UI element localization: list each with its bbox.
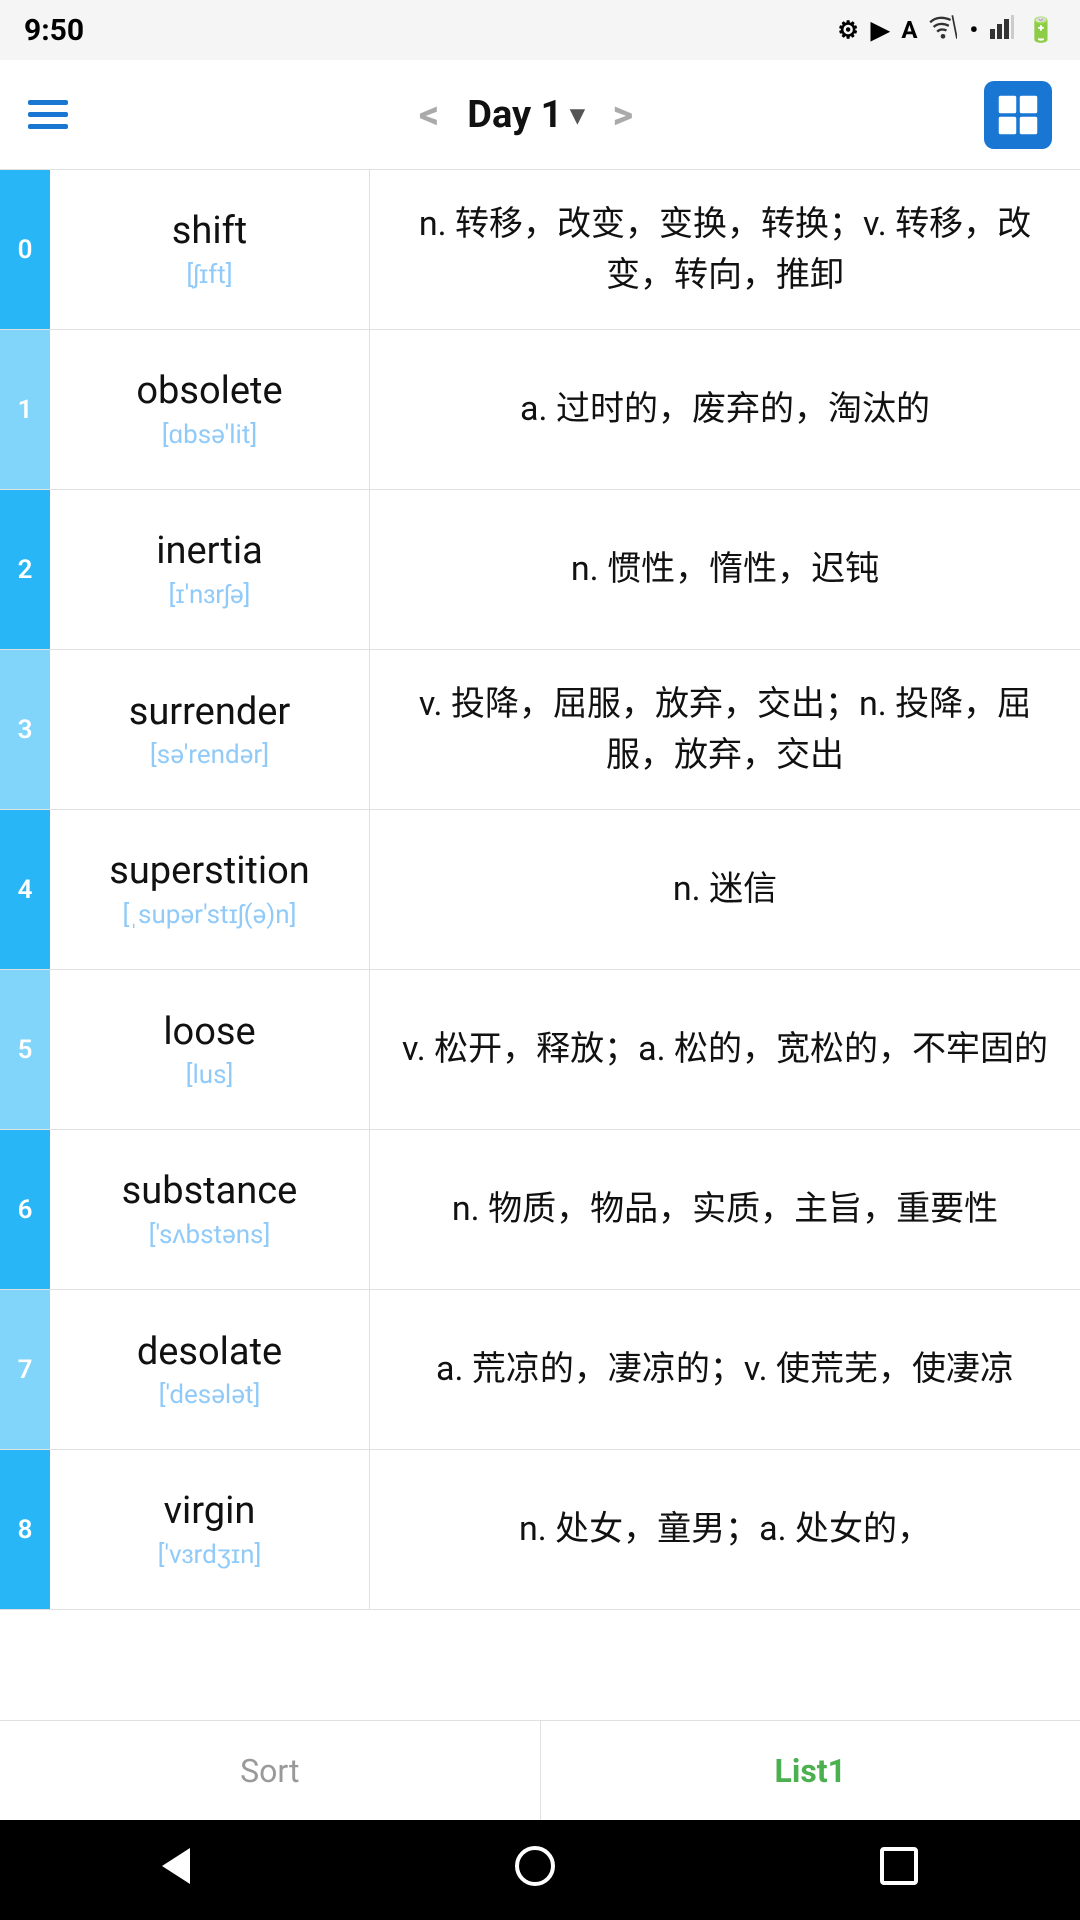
word-phonetic: [ʃɪft]	[186, 259, 232, 290]
word-definition: a. 过时的，废弃的，淘汰的	[370, 330, 1080, 489]
word-phonetic: [ˌsupər'stɪʃ(ə)n]	[122, 899, 296, 930]
word-text: substance	[122, 1169, 298, 1213]
dropdown-icon[interactable]: ▾	[570, 98, 584, 131]
word-definition: v. 松开，释放；a. 松的，宽松的，不牢固的	[370, 970, 1080, 1129]
word-phonetic: [ɪ'nɜrʃə]	[169, 579, 251, 610]
home-button[interactable]	[475, 1836, 595, 1905]
table-row[interactable]: 8 virgin ['vɜrdʒɪn] n. 处女，童男；a. 处女的，	[0, 1450, 1080, 1610]
word-index: 8	[0, 1450, 50, 1609]
table-row[interactable]: 2 inertia [ɪ'nɜrʃə] n. 惯性，惰性，迟钝	[0, 490, 1080, 650]
word-phonetic: [lus]	[186, 1060, 234, 1090]
nav-bar	[0, 1820, 1080, 1920]
word-index: 6	[0, 1130, 50, 1289]
signal-icon	[990, 15, 1014, 45]
word-phonetic: ['vɜrdʒɪn]	[158, 1539, 262, 1570]
app-bar: < Day 1 ▾ >	[0, 60, 1080, 170]
hamburger-button[interactable]	[28, 100, 68, 129]
word-index: 1	[0, 330, 50, 489]
battery-icon: 🔋	[1026, 16, 1056, 44]
word-definition: a. 荒凉的，凄凉的；v. 使荒芜，使凄凉	[370, 1290, 1080, 1449]
dot-icon: •	[969, 16, 978, 44]
table-row[interactable]: 1 obsolete [ɑbsə'lit] a. 过时的，废弃的，淘汰的	[0, 330, 1080, 490]
table-row[interactable]: 7 desolate ['desələt] a. 荒凉的，凄凉的；v. 使荒芜，…	[0, 1290, 1080, 1450]
word-text: surrender	[129, 690, 291, 734]
word-index: 4	[0, 810, 50, 969]
status-time: 9:50	[24, 13, 84, 48]
table-row[interactable]: 5 loose [lus] v. 松开，释放；a. 松的，宽松的，不牢固的	[0, 970, 1080, 1130]
status-right: ⚙ ▶ A • 🔋	[837, 15, 1056, 45]
word-definition: n. 惯性，惰性，迟钝	[370, 490, 1080, 649]
word-english: substance ['sʌbstəns]	[50, 1130, 370, 1289]
day-title-text: Day 1	[467, 93, 562, 137]
play-protect-icon: ▶	[871, 16, 889, 44]
gear-icon: ⚙	[837, 16, 859, 44]
word-index: 5	[0, 970, 50, 1129]
table-row[interactable]: 4 superstition [ˌsupər'stɪʃ(ə)n] n. 迷信	[0, 810, 1080, 970]
prev-day-button[interactable]: <	[409, 91, 449, 138]
word-english: superstition [ˌsupər'stɪʃ(ə)n]	[50, 810, 370, 969]
recent-button[interactable]	[840, 1837, 958, 1904]
word-phonetic: [sə'rendər]	[150, 740, 269, 770]
word-text: desolate	[137, 1330, 282, 1374]
bottom-tab-bar: SortList1	[0, 1720, 1080, 1820]
wifi-icon	[929, 15, 957, 45]
word-index: 2	[0, 490, 50, 649]
table-row[interactable]: 0 shift [ʃɪft] n. 转移，改变，变换，转换；v. 转移，改变，转…	[0, 170, 1080, 330]
word-definition: n. 物质，物品，实质，主旨，重要性	[370, 1130, 1080, 1289]
word-english: virgin ['vɜrdʒɪn]	[50, 1450, 370, 1609]
word-index: 7	[0, 1290, 50, 1449]
day-title: Day 1 ▾	[467, 93, 584, 137]
word-english: loose [lus]	[50, 970, 370, 1129]
status-bar: 9:50 ⚙ ▶ A • 🔋	[0, 0, 1080, 60]
word-english: shift [ʃɪft]	[50, 170, 370, 329]
word-definition: n. 转移，改变，变换，转换；v. 转移，改变，转向，推卸	[370, 170, 1080, 329]
word-phonetic: ['sʌbstəns]	[149, 1219, 271, 1250]
word-text: inertia	[156, 529, 263, 573]
grid-view-button[interactable]	[984, 81, 1052, 149]
word-list: 0 shift [ʃɪft] n. 转移，改变，变换，转换；v. 转移，改变，转…	[0, 170, 1080, 1720]
back-button[interactable]	[122, 1838, 230, 1903]
word-phonetic: ['desələt]	[159, 1380, 261, 1410]
tab-item-list1[interactable]: List1	[541, 1721, 1080, 1820]
next-day-button[interactable]: >	[602, 91, 643, 138]
app-bar-center: < Day 1 ▾ >	[409, 91, 643, 138]
word-english: inertia [ɪ'nɜrʃə]	[50, 490, 370, 649]
word-english: obsolete [ɑbsə'lit]	[50, 330, 370, 489]
table-row[interactable]: 6 substance ['sʌbstəns] n. 物质，物品，实质，主旨，重…	[0, 1130, 1080, 1290]
word-definition: n. 处女，童男；a. 处女的，	[370, 1450, 1080, 1609]
word-definition: n. 迷信	[370, 810, 1080, 969]
tab-item-sort[interactable]: Sort	[0, 1721, 541, 1820]
status-left: 9:50	[24, 13, 84, 48]
word-definition: v. 投降，屈服，放弃，交出；n. 投降，屈服，放弃，交出	[370, 650, 1080, 809]
word-index: 0	[0, 170, 50, 329]
word-text: superstition	[109, 849, 310, 893]
word-text: virgin	[164, 1489, 256, 1533]
font-icon: A	[901, 16, 917, 44]
word-phonetic: [ɑbsə'lit]	[162, 419, 258, 450]
word-text: loose	[163, 1010, 255, 1054]
word-index: 3	[0, 650, 50, 809]
word-text: shift	[172, 209, 247, 253]
table-row[interactable]: 3 surrender [sə'rendər] v. 投降，屈服，放弃，交出；n…	[0, 650, 1080, 810]
word-english: desolate ['desələt]	[50, 1290, 370, 1449]
word-english: surrender [sə'rendər]	[50, 650, 370, 809]
word-text: obsolete	[136, 369, 282, 413]
